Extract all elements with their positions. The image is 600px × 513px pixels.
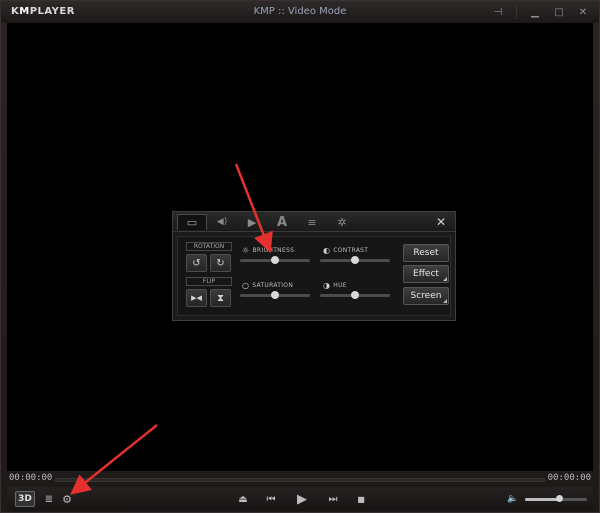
seek-bar[interactable]	[55, 478, 545, 482]
panel-tabs: ▭ ◀) ▶ A ≡ ✲ ✕	[173, 212, 455, 232]
close-button[interactable]: ✕	[573, 4, 593, 20]
kmplayer-window: KMPLAYER KMP :: Video Mode ⊣ ▁ □ ✕ 00:00…	[0, 0, 600, 513]
flip-label: FLIP	[186, 277, 232, 286]
dropdown-corner-icon	[443, 277, 447, 281]
screen-button[interactable]: Screen	[403, 287, 449, 305]
minimize-button[interactable]: ▁	[525, 4, 545, 20]
title-bar[interactable]: KMPLAYER KMP :: Video Mode ⊣ ▁ □ ✕	[1, 1, 599, 23]
total-time: 00:00:00	[547, 473, 591, 483]
panel-body: ROTATION ↺ ↻ FLIP ▶◀ ⧗ ☼ BRIGHTNESS ◐ CO…	[177, 236, 451, 316]
previous-icon[interactable]: ⏮	[263, 491, 279, 507]
maximize-button[interactable]: □	[549, 4, 569, 20]
elapsed-time: 00:00:00	[9, 473, 53, 483]
playlist-icon[interactable]: ≣	[41, 491, 57, 507]
dropdown-corner-icon	[443, 299, 447, 303]
next-icon[interactable]: ⏭	[325, 491, 341, 507]
hue-label: ◑ HUE	[323, 281, 347, 290]
tab-settings[interactable]: ✲	[327, 214, 357, 230]
eject-icon[interactable]: ⏏	[235, 491, 251, 507]
saturation-label: ○ SATURATION	[242, 281, 294, 290]
play-icon[interactable]: ▶	[293, 491, 311, 507]
panel-close-button[interactable]: ✕	[431, 214, 451, 230]
effect-button[interactable]: Effect	[403, 265, 449, 283]
brightness-slider[interactable]	[240, 256, 310, 264]
flip-vertical-button[interactable]: ⧗	[210, 289, 231, 307]
volume-slider[interactable]	[525, 495, 587, 502]
tab-playlist[interactable]: ≡	[297, 214, 327, 230]
contrast-label: ◐ CONTRAST	[323, 246, 369, 255]
sun-icon: ☼	[242, 246, 250, 255]
video-control-panel: ▭ ◀) ▶ A ≡ ✲ ✕ ROTATION ↺ ↻ FLIP ▶◀ ⧗ ☼ …	[172, 211, 456, 321]
rotate-cw-button[interactable]: ↻	[210, 254, 231, 272]
stop-icon[interactable]: ■	[353, 491, 369, 507]
rotation-label: ROTATION	[186, 242, 232, 251]
tab-subtitle[interactable]: A	[267, 214, 297, 230]
contrast-icon: ◐	[323, 246, 331, 255]
saturation-knob[interactable]	[271, 291, 279, 299]
pin-icon[interactable]: ⊣	[488, 4, 508, 20]
contrast-slider[interactable]	[320, 256, 390, 264]
tab-playback[interactable]: ▶	[237, 214, 267, 230]
brightness-knob[interactable]	[271, 256, 279, 264]
3d-button[interactable]: 3D	[15, 491, 35, 507]
reset-button[interactable]: Reset	[403, 244, 449, 262]
volume-icon[interactable]: 🔈	[505, 491, 521, 507]
saturation-slider[interactable]	[240, 291, 310, 299]
rotate-ccw-button[interactable]: ↺	[186, 254, 207, 272]
hue-icon: ◑	[323, 281, 331, 290]
hue-slider[interactable]	[320, 291, 390, 299]
gear-icon[interactable]: ⚙	[59, 491, 75, 507]
flip-horizontal-button[interactable]: ▶◀	[186, 289, 207, 307]
brightness-label: ☼ BRIGHTNESS	[242, 246, 295, 255]
contrast-knob[interactable]	[351, 256, 359, 264]
tab-screen[interactable]: ▭	[177, 214, 207, 230]
hue-knob[interactable]	[351, 291, 359, 299]
control-bar: 3D ≣ ⚙ ⏏ ⏮ ▶ ⏭ ■ 🔈	[7, 487, 593, 511]
saturation-icon: ○	[242, 281, 250, 290]
volume-level	[525, 498, 560, 501]
tab-audio[interactable]: ◀)	[207, 214, 237, 230]
timeline: 00:00:00 00:00:00	[7, 473, 593, 487]
volume-knob[interactable]	[556, 495, 564, 502]
separator	[516, 5, 517, 19]
